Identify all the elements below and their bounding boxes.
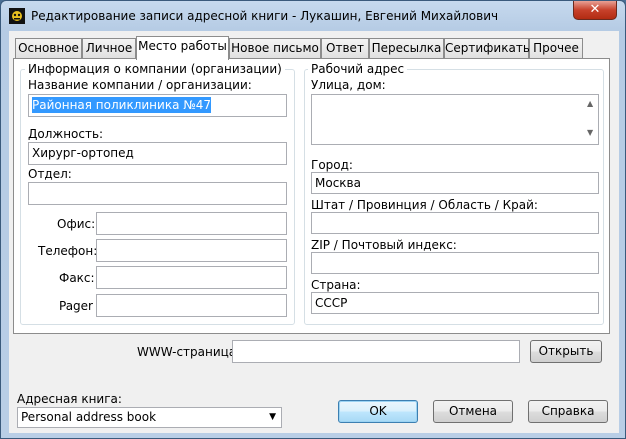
position-label: Должность: (28, 127, 104, 141)
www-field[interactable] (232, 340, 520, 363)
company-name-value: Районная поликлиника №47 (32, 97, 211, 113)
tab-new-message[interactable]: Новое письмо (229, 38, 321, 58)
state-label: Штат / Провинция / Область / Край: (311, 198, 538, 212)
open-www-button[interactable]: Открыть (530, 340, 602, 363)
www-label: WWW-страница: (137, 345, 241, 359)
company-name-field[interactable]: Районная поликлиника №47 (28, 94, 287, 117)
tab-forward[interactable]: Пересылка (369, 38, 444, 58)
city-field[interactable]: Москва (311, 172, 599, 194)
company-info-group-title: Информация о компании (организации) (25, 62, 285, 76)
app-icon (9, 8, 25, 24)
office-label: Офис: (57, 217, 96, 231)
address-book-label: Адресная книга: (17, 392, 122, 406)
tab-other[interactable]: Прочее (529, 38, 583, 58)
help-button[interactable]: Справка (528, 400, 608, 423)
zip-label: ZIP / Почтовый индекс: (311, 238, 457, 252)
phone-label: Телефон: (38, 244, 98, 258)
work-address-group-title: Рабочий адрес (308, 62, 408, 76)
country-label: Страна: (311, 278, 361, 292)
fax-label: Факс: (59, 271, 95, 285)
dropdown-arrow-icon: ▼ (269, 412, 276, 422)
address-book-select[interactable]: Personal address book ▼ (17, 407, 282, 428)
state-field[interactable] (311, 212, 599, 234)
ok-button[interactable]: OK (338, 400, 418, 423)
fax-field[interactable] (96, 266, 287, 289)
cancel-button[interactable]: Отмена (433, 400, 513, 423)
tab-work[interactable]: Место работы (136, 36, 229, 60)
pager-field[interactable] (96, 294, 287, 317)
company-name-label: Название компании / организации: (28, 78, 252, 92)
address-book-selected-value: Personal address book (21, 410, 157, 424)
title-bar[interactable]: Редактирование записи адресной книги - Л… (1, 1, 625, 31)
tab-personal[interactable]: Личное (82, 38, 136, 58)
country-field[interactable]: СССР (311, 292, 599, 314)
street-label: Улица, дом: (311, 78, 386, 92)
tab-reply[interactable]: Ответ (321, 38, 369, 58)
city-label: Город: (311, 158, 353, 172)
scroll-down-icon[interactable]: ▼ (587, 128, 606, 137)
address-book-entry-dialog: Редактирование записи адресной книги - Л… (0, 0, 626, 439)
scroll-up-icon[interactable]: ▲ (587, 99, 606, 108)
position-field[interactable]: Хирург-ортопед (28, 142, 287, 165)
street-field[interactable] (311, 94, 599, 145)
work-tab-page: Информация о компании (организации) Назв… (13, 58, 610, 334)
department-label: Отдел: (28, 167, 72, 181)
phone-field[interactable] (96, 239, 287, 262)
office-field[interactable] (96, 212, 287, 235)
department-field[interactable] (28, 182, 287, 205)
close-icon: ✕ (589, 2, 601, 17)
pager-label: Pager (59, 299, 93, 313)
close-button[interactable]: ✕ (573, 1, 617, 20)
tab-general[interactable]: Основное (15, 38, 82, 58)
tab-certificates[interactable]: Сертификаты (444, 38, 532, 58)
dialog-client-area: Основное Личное Место работы Новое письм… (9, 31, 619, 433)
window-title: Редактирование записи адресной книги - Л… (31, 9, 499, 23)
zip-field[interactable] (311, 252, 599, 274)
